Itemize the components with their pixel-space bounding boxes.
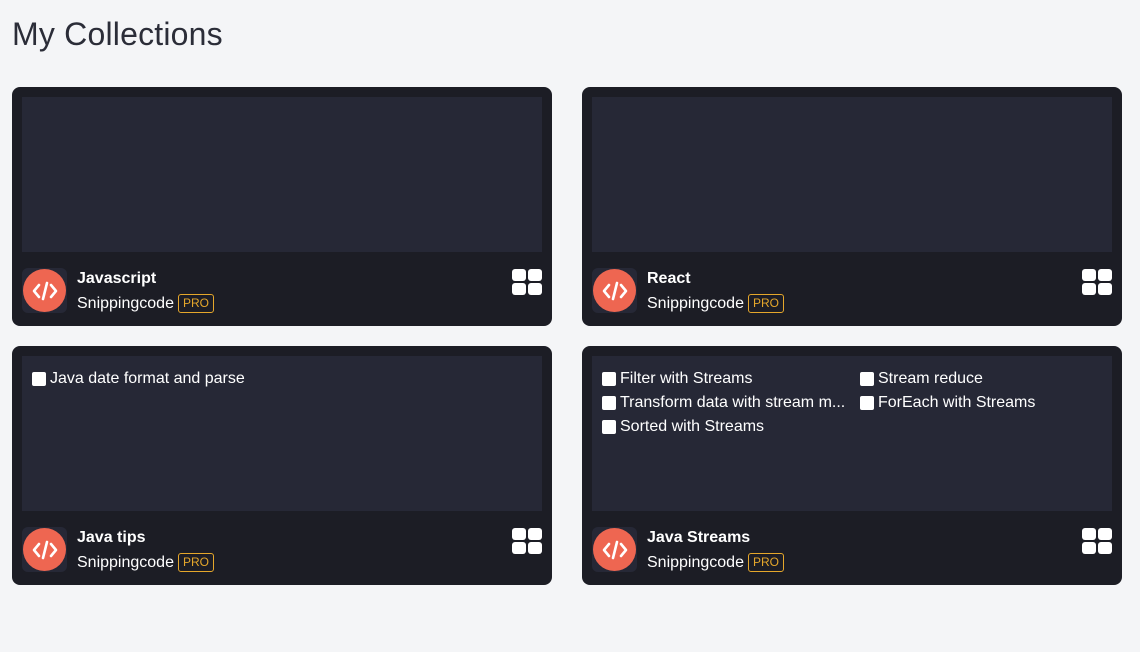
collection-meta: Snippingcode PRO bbox=[77, 553, 214, 572]
collection-title[interactable]: Java Streams bbox=[647, 529, 750, 547]
snippet-item[interactable]: Java date format and parse bbox=[32, 367, 290, 391]
snippet-item[interactable]: Transform data with stream m... bbox=[602, 391, 860, 415]
snippet-label[interactable]: Java date format and parse bbox=[50, 370, 245, 388]
code-brackets-icon bbox=[23, 269, 66, 312]
snippet-checkbox[interactable] bbox=[602, 372, 616, 386]
collection-meta: Snippingcode PRO bbox=[647, 294, 784, 313]
collection-logo bbox=[592, 268, 637, 313]
snippet-item[interactable]: ForEach with Streams bbox=[860, 391, 1110, 415]
collection-title[interactable]: React bbox=[647, 270, 691, 288]
pro-badge: PRO bbox=[747, 553, 784, 572]
code-brackets-icon bbox=[593, 528, 636, 571]
snippet-label[interactable]: ForEach with Streams bbox=[878, 394, 1035, 412]
collection-logo bbox=[22, 527, 67, 572]
snippet-checkbox[interactable] bbox=[860, 372, 874, 386]
collection-card[interactable]: Java date format and parse Java tips Sni… bbox=[12, 346, 552, 585]
pro-badge: PRO bbox=[177, 294, 214, 313]
snippet-item[interactable]: Filter with Streams bbox=[602, 367, 860, 391]
snippet-label[interactable]: Sorted with Streams bbox=[620, 418, 764, 436]
collection-meta: Snippingcode PRO bbox=[77, 294, 214, 313]
snippet-item[interactable]: Sorted with Streams bbox=[602, 415, 860, 439]
collection-owner[interactable]: Snippingcode bbox=[77, 554, 174, 572]
collection-footer: Javascript Snippingcode PRO bbox=[22, 268, 542, 314]
collection-card[interactable]: Javascript Snippingcode PRO bbox=[12, 87, 552, 326]
collection-footer: Java Streams Snippingcode PRO bbox=[592, 527, 1112, 573]
grid-view-icon[interactable] bbox=[512, 269, 542, 295]
snippet-checkbox[interactable] bbox=[602, 396, 616, 410]
grid-view-icon[interactable] bbox=[1082, 528, 1112, 554]
snippet-label[interactable]: Transform data with stream m... bbox=[620, 394, 845, 412]
collection-footer: React Snippingcode PRO bbox=[592, 268, 1112, 314]
pro-badge: PRO bbox=[747, 294, 784, 313]
page-title: My Collections bbox=[12, 16, 223, 52]
snippet-checkbox[interactable] bbox=[32, 372, 46, 386]
collection-title[interactable]: Java tips bbox=[77, 529, 145, 547]
snippet-item[interactable]: Stream reduce bbox=[860, 367, 1110, 391]
collection-preview: Filter with Streams Stream reduce Transf… bbox=[592, 356, 1112, 511]
collection-preview: Java date format and parse bbox=[22, 356, 542, 511]
snippet-label[interactable]: Filter with Streams bbox=[620, 370, 752, 388]
grid-view-icon[interactable] bbox=[512, 528, 542, 554]
collection-preview bbox=[592, 97, 1112, 252]
collections-grid: Javascript Snippingcode PRO React Snippi… bbox=[12, 87, 1122, 585]
collection-title[interactable]: Javascript bbox=[77, 270, 156, 288]
grid-view-icon[interactable] bbox=[1082, 269, 1112, 295]
collection-card[interactable]: React Snippingcode PRO bbox=[582, 87, 1122, 326]
collection-owner[interactable]: Snippingcode bbox=[647, 554, 744, 572]
snippet-checkbox[interactable] bbox=[602, 420, 616, 434]
collection-owner[interactable]: Snippingcode bbox=[77, 295, 174, 313]
collection-owner[interactable]: Snippingcode bbox=[647, 295, 744, 313]
collection-meta: Snippingcode PRO bbox=[647, 553, 784, 572]
collection-card[interactable]: Filter with Streams Stream reduce Transf… bbox=[582, 346, 1122, 585]
code-brackets-icon bbox=[593, 269, 636, 312]
snippet-checkbox[interactable] bbox=[860, 396, 874, 410]
collection-footer: Java tips Snippingcode PRO bbox=[22, 527, 542, 573]
collection-preview bbox=[22, 97, 542, 252]
collection-logo bbox=[22, 268, 67, 313]
collection-logo bbox=[592, 527, 637, 572]
snippet-label[interactable]: Stream reduce bbox=[878, 370, 983, 388]
code-brackets-icon bbox=[23, 528, 66, 571]
pro-badge: PRO bbox=[177, 553, 214, 572]
